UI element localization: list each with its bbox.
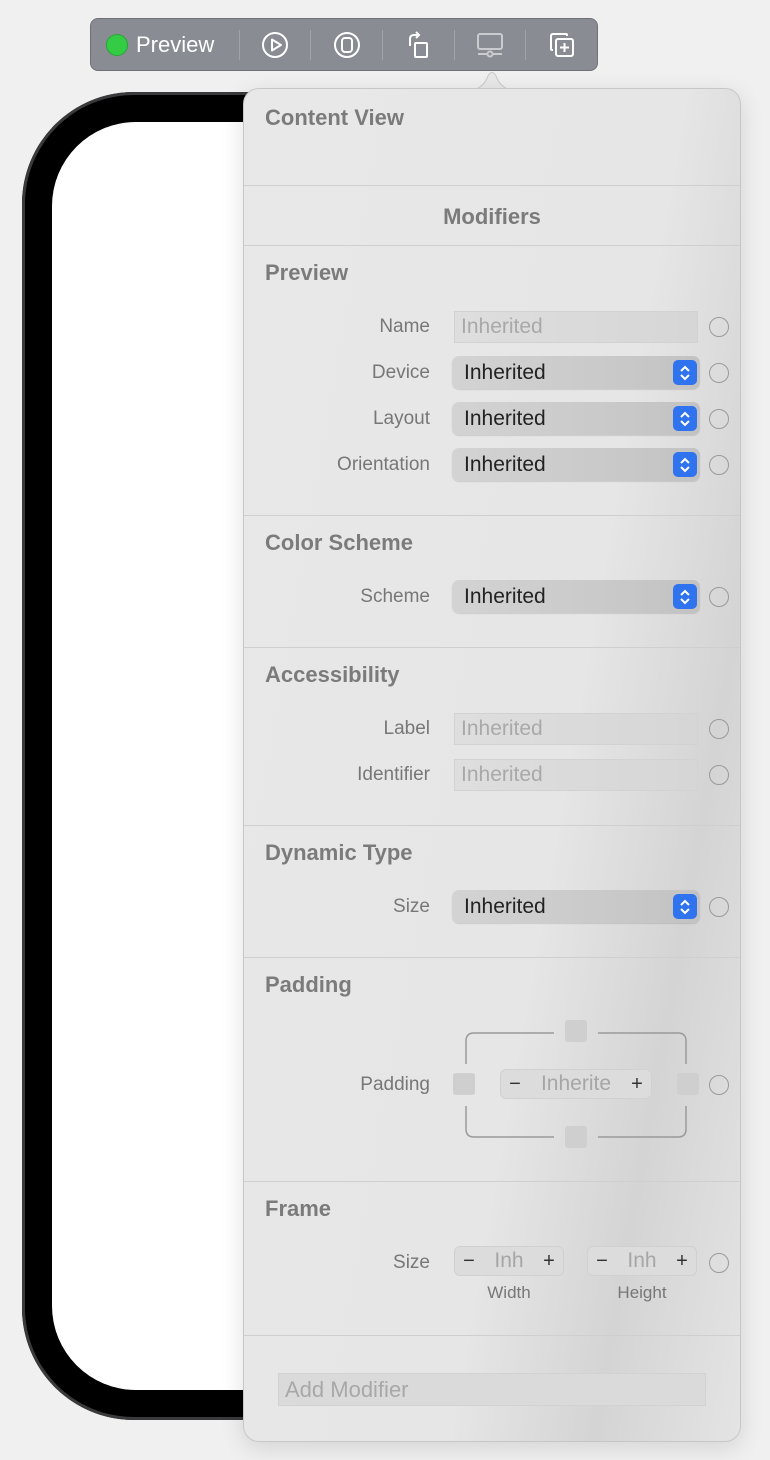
orientation-value: Inherited	[464, 453, 546, 476]
chevron-up-down-icon	[673, 360, 697, 385]
dynamic-type-reset-radio[interactable]	[709, 897, 729, 917]
scheme-popup-button[interactable]: Inherited	[452, 580, 700, 613]
layout-popup-button[interactable]: Inherited	[452, 402, 700, 435]
preview-toolbar: Preview	[90, 18, 598, 71]
height-caption: Height	[617, 1283, 667, 1302]
chevron-up-down-icon	[673, 894, 697, 919]
section-title: Frame	[265, 1196, 332, 1221]
section-title: Accessibility	[265, 662, 400, 687]
scheme-value: Inherited	[464, 585, 546, 608]
duplicate-preview-button[interactable]	[526, 19, 597, 70]
scheme-reset-radio[interactable]	[709, 587, 729, 607]
frame-reset-radio[interactable]	[709, 1253, 729, 1273]
orientation-label: Orientation	[337, 454, 430, 475]
height-increment-button[interactable]: +	[668, 1250, 696, 1273]
height-value: Inh	[627, 1249, 657, 1272]
accessibility-section: Accessibility Label Inherited Identifier…	[244, 647, 740, 826]
padding-top-toggle[interactable]	[565, 1020, 587, 1042]
toolbar-divider	[310, 29, 312, 60]
dynamic-type-popup-button[interactable]: Inherited	[452, 890, 700, 923]
section-title: Preview	[265, 260, 349, 285]
duplicate-preview-icon	[549, 32, 574, 57]
padding-bottom-toggle[interactable]	[565, 1126, 587, 1148]
size-label: Size	[393, 896, 430, 917]
toolbar-divider	[525, 29, 527, 60]
padding-section: Padding Padding − Inherite +	[244, 957, 740, 1182]
frame-section: Frame Size − Inh + − Inh + Width Height	[244, 1181, 740, 1336]
preview-status-button[interactable]: Preview	[91, 19, 239, 70]
padding-increment-button[interactable]: +	[623, 1073, 651, 1096]
name-reset-radio[interactable]	[709, 317, 729, 337]
section-title: Dynamic Type	[265, 840, 413, 865]
toolbar-divider	[238, 29, 240, 60]
layout-value: Inherited	[464, 407, 546, 430]
popover-title: Content View	[265, 105, 404, 130]
padding-stepper[interactable]: − Inherite +	[500, 1069, 652, 1099]
chevron-up-down-icon	[673, 584, 697, 609]
device-label: Device	[371, 362, 430, 383]
identifier-reset-radio[interactable]	[709, 765, 729, 785]
width-increment-button[interactable]: +	[535, 1250, 563, 1273]
padding-reset-radio[interactable]	[709, 1075, 729, 1095]
status-dot-icon	[106, 33, 128, 56]
padding-decrement-button[interactable]: −	[501, 1073, 529, 1096]
modifiers-title: Modifiers	[443, 204, 541, 229]
chevron-up-down-icon	[673, 406, 697, 431]
modifiers-header: Modifiers	[244, 185, 740, 246]
name-field[interactable]: Inherited	[454, 311, 698, 343]
padding-label: Padding	[360, 1074, 430, 1095]
frame-size-label: Size	[393, 1252, 430, 1273]
attributes-popover: Content View Modifiers Preview Name Inhe…	[243, 88, 741, 1442]
device-settings-button[interactable]	[455, 19, 526, 70]
device-value: Inherited	[464, 361, 546, 384]
layout-reset-radio[interactable]	[709, 409, 729, 429]
identifier-field[interactable]: Inherited	[454, 759, 698, 791]
height-stepper[interactable]: − Inh +	[587, 1246, 697, 1276]
height-decrement-button[interactable]: −	[588, 1250, 616, 1273]
orientation-popup-button[interactable]: Inherited	[452, 448, 700, 481]
dynamic-type-section: Dynamic Type Size Inherited	[244, 825, 740, 958]
padding-leading-toggle[interactable]	[453, 1073, 475, 1095]
label-reset-radio[interactable]	[709, 719, 729, 739]
scheme-label: Scheme	[360, 586, 430, 607]
preview-label: Preview	[136, 31, 215, 57]
selectable-icon	[333, 31, 360, 58]
padding-value: Inherite	[540, 1072, 612, 1095]
toolbar-divider	[381, 29, 383, 60]
section-title: Color Scheme	[265, 530, 413, 555]
toolbar-divider	[453, 29, 455, 60]
name-label: Name	[379, 316, 430, 337]
accessibility-label-field[interactable]: Inherited	[454, 713, 698, 745]
rotate-device-icon	[409, 30, 429, 58]
device-popup-button[interactable]: Inherited	[452, 356, 700, 389]
rotate-button[interactable]	[383, 19, 454, 70]
selectable-mode-button[interactable]	[311, 19, 382, 70]
live-play-icon	[261, 31, 288, 58]
add-modifier-field[interactable]: Add Modifier	[278, 1373, 706, 1406]
device-reset-radio[interactable]	[709, 363, 729, 383]
preview-section: Preview Name Inherited Device Inherited …	[244, 245, 740, 516]
width-decrement-button[interactable]: −	[455, 1250, 483, 1273]
orientation-reset-radio[interactable]	[709, 455, 729, 475]
identifier-label: Identifier	[357, 764, 430, 785]
live-mode-button[interactable]	[240, 19, 311, 70]
device-settings-icon	[476, 32, 503, 57]
layout-label: Layout	[372, 408, 430, 429]
width-value: Inh	[494, 1249, 524, 1272]
accessibility-label-label: Label	[383, 718, 431, 739]
width-stepper[interactable]: − Inh +	[454, 1246, 564, 1276]
padding-trailing-toggle[interactable]	[677, 1073, 699, 1095]
chevron-up-down-icon	[673, 452, 697, 477]
dynamic-type-value: Inherited	[464, 895, 546, 918]
color-scheme-section: Color Scheme Scheme Inherited	[244, 515, 740, 648]
width-caption: Width	[487, 1283, 531, 1302]
section-title: Padding	[265, 972, 352, 997]
